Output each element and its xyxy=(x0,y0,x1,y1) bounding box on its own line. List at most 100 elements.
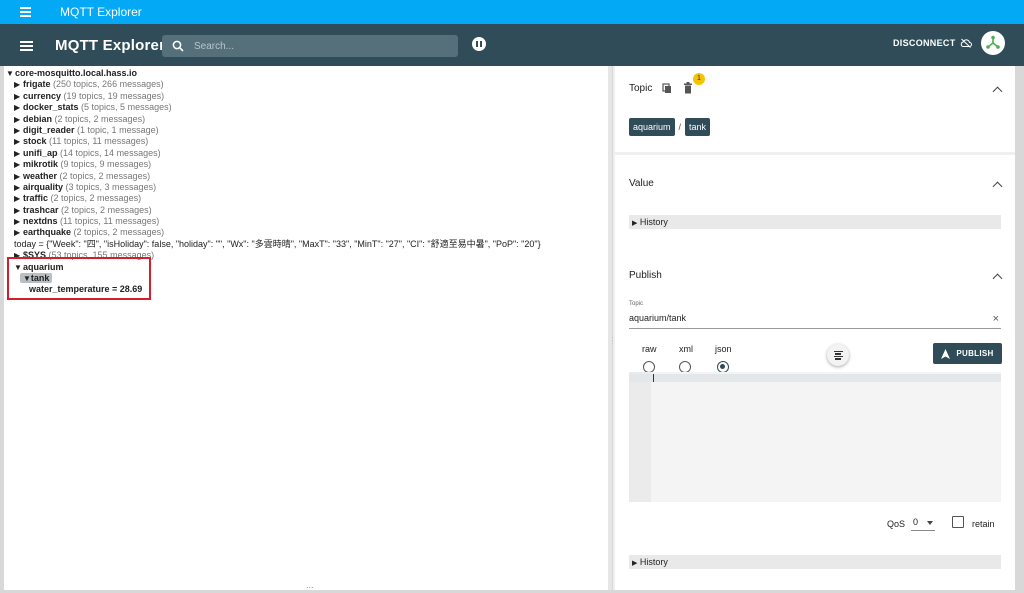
delete-icon[interactable] xyxy=(683,82,693,94)
expanded-arrow-icon: ▼ xyxy=(6,69,14,78)
collapse-chevron-icon[interactable] xyxy=(992,273,1003,284)
collapsed-arrow-icon: ▶ xyxy=(14,160,21,170)
tree-item-label: debian xyxy=(23,113,53,124)
drag-handle[interactable]: ... xyxy=(306,580,314,590)
app-title: MQTT Explorer xyxy=(55,37,166,54)
details-sidebar: Topic 1 aquarium / tank Value ▶ History … xyxy=(613,66,1015,590)
tree-item-earthquake[interactable]: ▶ earthquake (2 topics, 2 messages) xyxy=(4,227,608,238)
disconnect-label: DISCONNECT xyxy=(893,38,956,48)
window-menu-icon[interactable] xyxy=(20,7,40,17)
tree-item-trashcar[interactable]: ▶ trashcar (2 topics, 2 messages) xyxy=(4,205,608,216)
align-left-icon xyxy=(833,350,843,352)
collapse-chevron-icon[interactable] xyxy=(992,86,1003,97)
publish-topic-field[interactable]: aquarium/tank × xyxy=(629,313,1001,329)
publish-topic-value: aquarium/tank xyxy=(629,313,687,323)
publish-button[interactable]: PUBLISH xyxy=(933,343,1002,364)
delete-count-badge: 1 xyxy=(693,73,705,85)
editor-active-line xyxy=(629,374,1001,382)
publish-history-toggle[interactable]: ▶ History xyxy=(629,555,1001,569)
collapsed-arrow-icon: ▶ xyxy=(632,560,638,567)
tree-item-today[interactable]: today = {"Week": "四", "isHoliday": false… xyxy=(4,239,608,250)
collapsed-arrow-icon: ▶ xyxy=(14,217,21,227)
tree-item-stock[interactable]: ▶ stock (11 topics, 11 messages) xyxy=(4,136,608,147)
window-title: MQTT Explorer xyxy=(60,5,142,19)
tree-item-meta: (9 topics, 9 messages) xyxy=(60,159,152,170)
format-label-xml: xml xyxy=(679,344,693,354)
pause-icon xyxy=(476,41,478,47)
publish-card: Publish Topic aquarium/tank × raw xml js… xyxy=(615,257,1015,590)
value-history-toggle[interactable]: ▶ History xyxy=(629,215,1001,229)
tree-item-meta: (1 topic, 1 message) xyxy=(77,124,159,135)
tree-item-traffic[interactable]: ▶ traffic (2 topics, 2 messages) xyxy=(4,193,608,204)
tree-item-meta: (2 topics, 2 messages) xyxy=(54,113,146,124)
topic-heading: Topic xyxy=(629,83,653,94)
collapsed-arrow-icon: ▶ xyxy=(14,137,21,147)
topic-tree: ▼core-mosquitto.local.hass.io ▶ frigate (… xyxy=(4,66,608,590)
retain-label: retain xyxy=(972,519,995,529)
topic-path-segment[interactable]: aquarium xyxy=(629,118,675,136)
qos-value: 0 xyxy=(913,517,919,527)
collapsed-arrow-icon: ▶ xyxy=(14,205,21,215)
tree-item-currency[interactable]: ▶ currency (19 topics, 19 messages) xyxy=(4,91,608,102)
today-value: today = {"Week": "四", "isHoliday": false… xyxy=(14,238,541,249)
tree-item-meta: (19 topics, 19 messages) xyxy=(63,90,165,101)
collapsed-arrow-icon: ▶ xyxy=(14,148,21,158)
send-icon xyxy=(941,348,951,359)
collapsed-arrow-icon: ▶ xyxy=(14,171,21,181)
dropdown-arrow-icon xyxy=(927,521,933,525)
history-label: History xyxy=(639,217,668,227)
copy-icon[interactable] xyxy=(662,83,672,94)
tree-item-label: currency xyxy=(23,90,62,101)
tree-item-label: unifi_ap xyxy=(23,147,58,158)
tree-item-label: trashcar xyxy=(23,204,59,215)
topic-path-segment[interactable]: tank xyxy=(685,118,711,136)
panel-splitter[interactable]: ⋮ xyxy=(608,66,617,590)
tree-item-mikrotik[interactable]: ▶ mikrotik (9 topics, 9 messages) xyxy=(4,159,608,170)
tree-item-meta: (11 topics, 11 messages) xyxy=(49,136,149,147)
value-heading: Value xyxy=(629,178,654,189)
tree-item-label: traffic xyxy=(23,193,49,204)
tree-item-unifi-ap[interactable]: ▶ unifi_ap (14 topics, 14 messages) xyxy=(4,148,608,159)
pause-button[interactable] xyxy=(472,37,486,51)
collapsed-arrow-icon: ▶ xyxy=(14,103,21,113)
hamburger-menu-icon[interactable] xyxy=(20,41,33,51)
avatar[interactable] xyxy=(981,31,1005,55)
tree-item-airquality[interactable]: ▶ airquality (3 topics, 3 messages) xyxy=(4,182,608,193)
tree-item-digit-reader[interactable]: ▶ digit_reader (1 topic, 1 message) xyxy=(4,125,608,136)
tree-root[interactable]: ▼core-mosquitto.local.hass.io xyxy=(4,68,608,79)
tree-item-nextdns[interactable]: ▶ nextdns (11 topics, 11 messages) xyxy=(4,216,608,227)
tree-item-label: airquality xyxy=(23,181,64,192)
qos-select[interactable]: 0 xyxy=(911,517,935,531)
collapsed-arrow-icon: ▶ xyxy=(14,80,21,90)
payload-editor[interactable] xyxy=(629,372,1001,502)
tree-item-label: frigate xyxy=(23,79,51,90)
collapse-chevron-icon[interactable] xyxy=(992,181,1003,192)
collapsed-arrow-icon: ▶ xyxy=(14,114,21,124)
collapsed-arrow-icon: ▶ xyxy=(14,194,21,204)
collapsed-arrow-icon: ▶ xyxy=(14,182,21,192)
topic-path-separator: / xyxy=(678,122,682,132)
editor-gutter xyxy=(629,372,651,502)
tree-item-meta: (3 topics, 3 messages) xyxy=(65,181,157,192)
format-text-button[interactable] xyxy=(827,344,849,366)
tree-item-frigate[interactable]: ▶ frigate (250 topics, 266 messages) xyxy=(4,79,608,90)
retain-checkbox[interactable] xyxy=(952,516,964,528)
tree-item-meta: (11 topics, 11 messages) xyxy=(60,216,160,227)
tree-item-meta: (2 topics, 2 messages) xyxy=(73,227,165,238)
tree-item-debian[interactable]: ▶ debian (2 topics, 2 messages) xyxy=(4,114,608,125)
disconnect-button[interactable]: DISCONNECT xyxy=(893,38,972,48)
publish-heading: Publish xyxy=(629,270,662,281)
tree-item-weather[interactable]: ▶ weather (2 topics, 2 messages) xyxy=(4,171,608,182)
topic-card: Topic 1 aquarium / tank xyxy=(615,66,1015,152)
tree-item-label: nextdns xyxy=(23,216,58,227)
tree-item-label: weather xyxy=(23,170,58,181)
editor-cursor xyxy=(653,374,654,382)
collapsed-arrow-icon: ▶ xyxy=(14,91,21,101)
tree-root-label: core-mosquitto.local.hass.io xyxy=(15,68,138,78)
tree-item-docker-stats[interactable]: ▶ docker_stats (5 topics, 5 messages) xyxy=(4,102,608,113)
search-box[interactable] xyxy=(162,35,458,57)
search-input[interactable] xyxy=(194,40,444,52)
tree-item-meta: (14 topics, 14 messages) xyxy=(60,147,161,158)
clear-icon[interactable]: × xyxy=(993,313,999,325)
tree-item-meta: (250 topics, 266 messages) xyxy=(53,79,164,90)
